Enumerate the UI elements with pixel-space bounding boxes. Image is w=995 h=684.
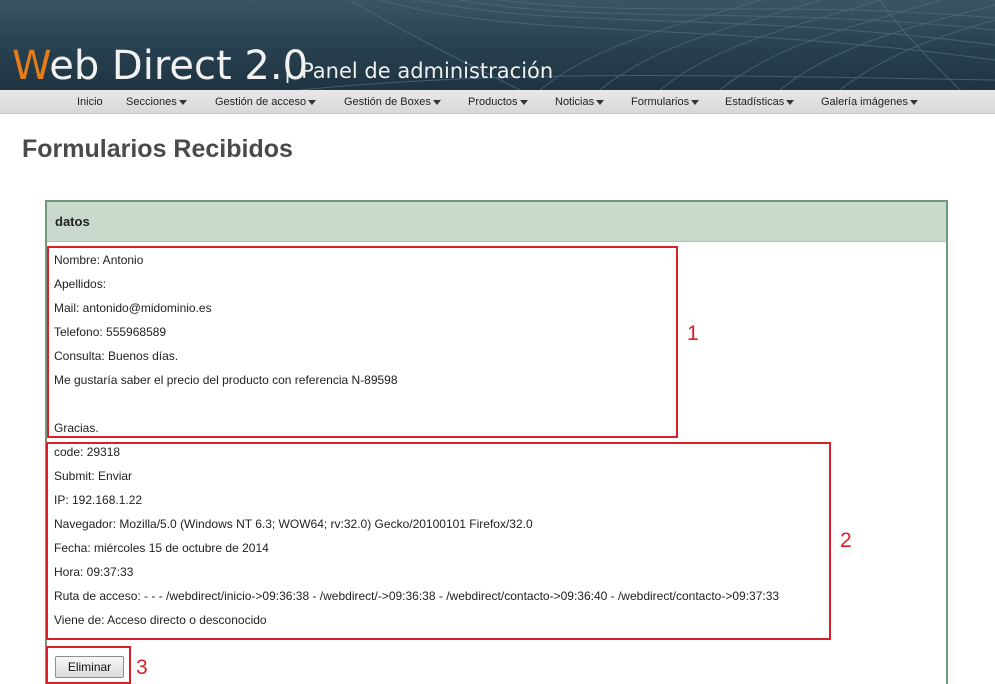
logo-initial: W (12, 43, 50, 89)
dropdown-caret-icon (691, 99, 700, 105)
header-banner: Web Direct 2.0 | Panel de administración (0, 0, 995, 90)
panel-title-text: Panel de administración (301, 59, 554, 83)
nav-item-galeria[interactable]: Galería imágenes (821, 90, 918, 114)
nav-item-label: Gestión de acceso (215, 96, 307, 108)
nav-item-label: Gestión de Boxes (344, 96, 431, 108)
app-logo[interactable]: Web Direct 2.0 (12, 44, 308, 88)
nav-item-inicio[interactable]: Inicio (77, 90, 103, 114)
nav-item-label: Noticias (555, 96, 595, 108)
annotation-marker-2: 2 (840, 529, 852, 552)
nav-item-secciones[interactable]: Secciones (126, 90, 187, 114)
annotation-box-1 (47, 246, 678, 438)
annotation-marker-3: 3 (136, 656, 148, 679)
dropdown-caret-icon (519, 99, 528, 105)
nav-item-gestion-boxes[interactable]: Gestión de Boxes (344, 90, 441, 114)
main-nav: Inicio Secciones Gestión de acceso Gesti… (0, 90, 995, 114)
panel-header: datos (47, 202, 946, 242)
nav-item-label: Galería imágenes (821, 96, 908, 108)
panel-title: | Panel de administración (284, 58, 553, 84)
logo-text: eb Direct 2.0 (49, 43, 309, 89)
annotation-box-2 (46, 442, 831, 640)
dropdown-caret-icon (178, 99, 187, 105)
nav-item-label: Productos (468, 96, 518, 108)
nav-item-label: Secciones (126, 96, 177, 108)
dropdown-caret-icon (596, 99, 605, 105)
dropdown-caret-icon (909, 99, 918, 105)
nav-item-label: Estadísticas (725, 96, 785, 108)
annotation-marker-1: 1 (687, 322, 699, 345)
dropdown-caret-icon (308, 99, 317, 105)
nav-item-formularios[interactable]: Formularios (631, 90, 700, 114)
nav-item-label: Formularios (631, 96, 690, 108)
nav-item-label: Inicio (77, 96, 103, 108)
nav-item-productos[interactable]: Productos (468, 90, 528, 114)
dropdown-caret-icon (786, 99, 795, 105)
page-title: Formularios Recibidos (22, 135, 293, 163)
title-separator: | (284, 59, 292, 83)
dropdown-caret-icon (432, 99, 441, 105)
nav-item-noticias[interactable]: Noticias (555, 90, 605, 114)
annotation-box-3 (46, 646, 131, 684)
nav-item-gestion-acceso[interactable]: Gestión de acceso (215, 90, 317, 114)
nav-item-estadisticas[interactable]: Estadísticas (725, 90, 795, 114)
